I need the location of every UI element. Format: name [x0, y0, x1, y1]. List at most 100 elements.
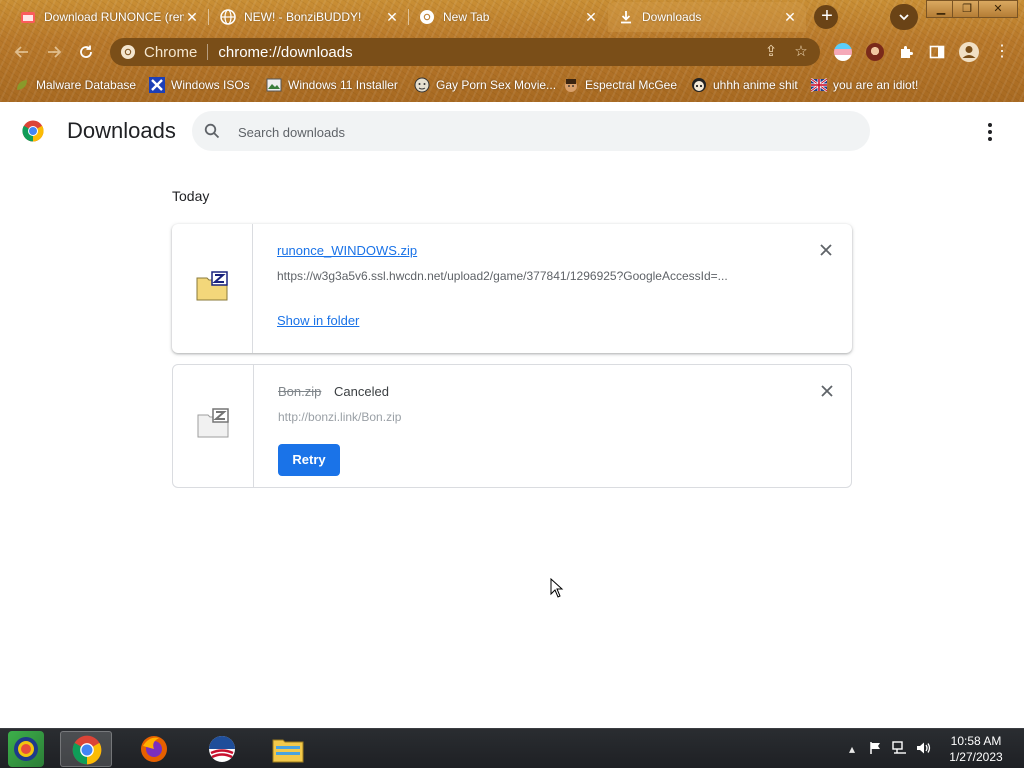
tab-close-icon[interactable]: ✕ — [782, 9, 798, 25]
file-icon-column — [172, 224, 253, 353]
bookmark-windows-isos[interactable]: Windows ISOs — [149, 76, 250, 94]
download-status: Canceled — [334, 384, 389, 399]
firefox-icon — [141, 736, 167, 762]
system-clock[interactable]: 10:58 AM 1/27/2023 — [936, 733, 1016, 765]
address-bar[interactable]: Chrome chrome://downloads ⇪ ☆ — [110, 38, 820, 66]
file-url[interactable]: https://w3g3a5v6.ssl.hwcdn.net/upload2/g… — [277, 269, 777, 283]
tab-runonce[interactable]: Download RUNONCE (rem ✕ — [10, 2, 208, 32]
zip-folder-icon — [196, 271, 228, 301]
reload-button[interactable] — [74, 40, 98, 64]
start-button[interactable] — [8, 731, 44, 767]
face-icon — [565, 79, 577, 92]
chrome-icon — [72, 735, 102, 765]
profile-avatar-icon[interactable] — [958, 41, 980, 63]
file-url[interactable]: http://bonzi.link/Bon.zip — [278, 410, 778, 424]
action-center-flag-icon[interactable] — [868, 741, 884, 757]
search-bar[interactable] — [192, 111, 870, 151]
clock-date: 1/27/2023 — [949, 750, 1003, 764]
mouse-cursor-icon — [550, 578, 564, 598]
bookmark-malware-database[interactable]: Malware Database — [14, 76, 136, 94]
anime-face-icon — [692, 78, 706, 92]
tab-title: Download RUNONCE (rem — [44, 10, 184, 24]
tab-downloads[interactable]: Downloads ✕ — [608, 2, 806, 32]
bookmark-label: Malware Database — [36, 78, 137, 92]
tab-close-icon[interactable]: ✕ — [384, 9, 400, 25]
tab-close-icon[interactable]: ✕ — [583, 9, 599, 25]
bookmark-you-are-an-idiot[interactable]: you are an idiot! — [811, 76, 918, 94]
close-window-button[interactable]: ✕ — [978, 0, 1018, 18]
bookmark-label: Espectral McGee — [585, 78, 678, 92]
face-icon — [414, 77, 430, 93]
trans-flag-extension-icon[interactable] — [834, 43, 852, 61]
url-text: chrome://downloads — [218, 43, 353, 61]
date-section-label: Today — [172, 188, 210, 204]
back-arrow-icon — [14, 46, 28, 58]
taskbar-chrome[interactable] — [60, 731, 112, 767]
bookmark-anime[interactable]: uhhh anime shit — [691, 76, 798, 94]
more-actions-button[interactable] — [978, 120, 1002, 144]
image-icon — [266, 78, 282, 92]
globe-icon — [220, 9, 236, 25]
chrome-icon — [121, 45, 135, 59]
new-tab-button[interactable]: + — [814, 5, 840, 29]
uk-flag-icon — [811, 78, 827, 92]
remove-download-close-icon[interactable] — [817, 381, 837, 401]
obama-logo-icon — [209, 736, 235, 762]
bookmarks-bar: Malware Database Windows ISOs Windows 11… — [0, 72, 1024, 98]
volume-icon[interactable] — [916, 741, 932, 757]
page-title: Downloads — [67, 118, 176, 143]
chrome-icon — [419, 9, 435, 25]
reload-icon — [80, 45, 92, 58]
bookmark-gay-porn-sex-movie[interactable]: Gay Porn Sex Movie... — [414, 76, 556, 94]
extensions-puzzle-icon[interactable] — [895, 41, 917, 63]
search-input[interactable] — [236, 120, 840, 144]
taskbar-obama-logo[interactable] — [196, 731, 248, 767]
itch-io-icon — [20, 9, 36, 25]
show-hidden-icons-icon[interactable]: ▴ — [844, 741, 860, 757]
tab-separator — [208, 9, 209, 25]
bookmark-star-icon[interactable]: ☆ — [792, 44, 810, 60]
file-name: Bon.zip — [278, 384, 322, 399]
back-button[interactable] — [10, 40, 34, 64]
download-icon — [618, 9, 634, 25]
chevron-down-icon — [899, 14, 909, 21]
download-item: runonce_WINDOWS.zip https://w3g3a5v6.ssl… — [172, 224, 852, 353]
start-orb-icon — [14, 737, 38, 761]
omnibox-divider — [207, 44, 209, 60]
file-explorer-icon — [272, 739, 304, 763]
tab-search-button[interactable] — [890, 4, 918, 30]
search-icon — [204, 123, 220, 139]
download-item: Bon.zip Canceled http://bonzi.link/Bon.z… — [172, 364, 852, 488]
clock-time: 10:58 AM — [950, 734, 1002, 748]
zip-folder-icon-greyed — [197, 408, 229, 438]
bookmark-espectral-mcgee[interactable]: Espectral McGee — [563, 76, 677, 94]
chrome-logo-icon — [22, 120, 44, 142]
taskbar-firefox[interactable] — [128, 731, 180, 767]
file-name-link[interactable]: runonce_WINDOWS.zip — [277, 243, 417, 258]
tab-title: Downloads — [642, 10, 702, 24]
remove-download-close-icon[interactable] — [816, 240, 836, 260]
x-logo-icon — [149, 77, 165, 93]
show-in-folder-link[interactable]: Show in folder — [277, 313, 359, 328]
tab-bonzibuddy[interactable]: NEW! - BonziBUDDY! ✕ — [210, 2, 408, 32]
tab-new-tab[interactable]: New Tab ✕ — [409, 2, 607, 32]
browser-frame: Download RUNONCE (rem ✕ NEW! - BonziBUDD… — [0, 0, 1024, 102]
tab-close-icon[interactable]: ✕ — [184, 9, 200, 25]
avatar-extension-icon[interactable] — [866, 43, 884, 61]
forward-button[interactable] — [42, 40, 66, 64]
tab-strip: Download RUNONCE (rem ✕ NEW! - BonziBUDD… — [0, 0, 1024, 34]
bookmark-label: Windows ISOs — [171, 78, 250, 92]
bookmark-windows-11-installer[interactable]: Windows 11 Installer — [266, 76, 398, 94]
green-leaf-icon — [17, 80, 27, 90]
tab-title: NEW! - BonziBUDDY! — [244, 10, 362, 24]
network-icon[interactable] — [892, 741, 908, 757]
tab-title: New Tab — [443, 10, 490, 24]
side-panel-icon[interactable] — [926, 41, 948, 63]
file-icon-column — [173, 365, 254, 487]
retry-button[interactable]: Retry — [278, 444, 340, 476]
downloads-page: Downloads Today runonce_WINDOWS.zip http… — [0, 102, 1024, 728]
chrome-menu-icon[interactable]: ⋮ — [991, 41, 1013, 63]
taskbar-file-explorer[interactable] — [262, 731, 314, 767]
share-icon[interactable]: ⇪ — [762, 44, 780, 60]
taskbar: ▴ 10:58 AM 1/27/2023 — [0, 728, 1024, 768]
